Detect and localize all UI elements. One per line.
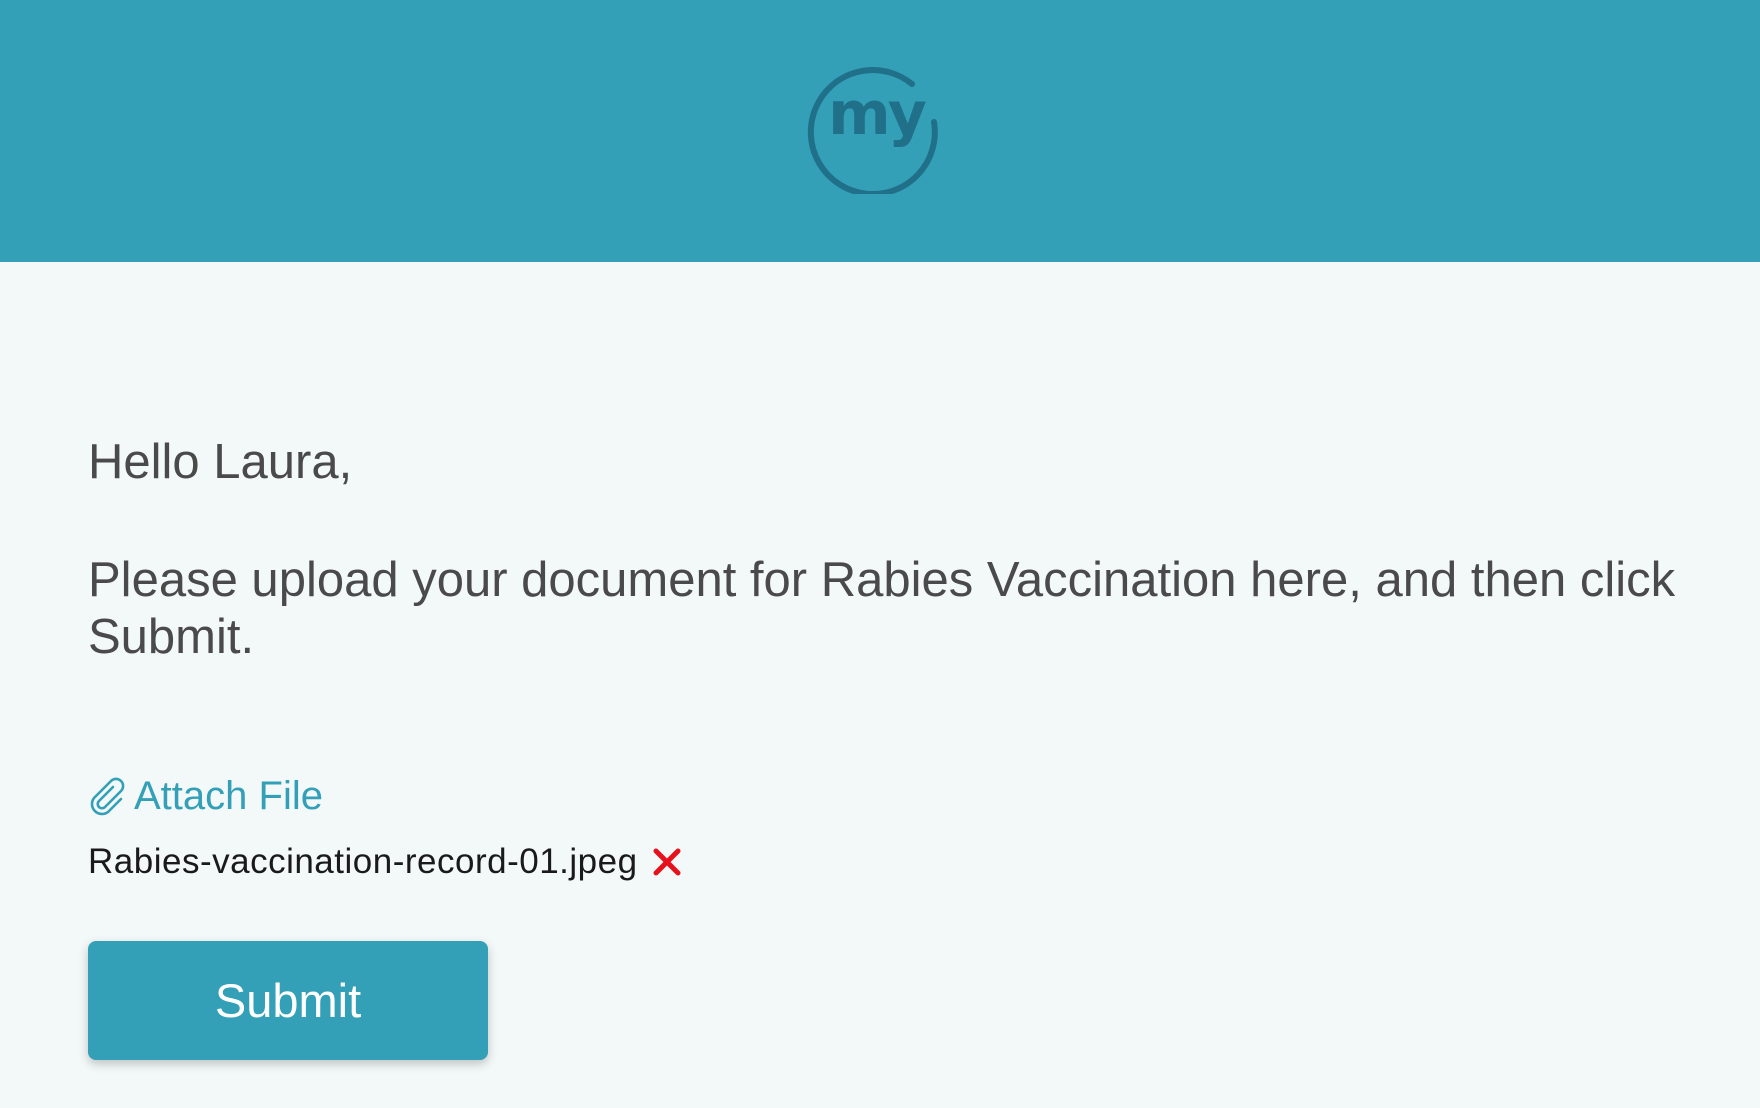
paperclip-icon xyxy=(90,777,125,816)
attached-file-name: Rabies-vaccination-record-01.jpeg xyxy=(88,842,638,881)
instructions-text: Please upload your document for Rabies V… xyxy=(88,553,1676,664)
submit-button[interactable]: Submit xyxy=(88,941,488,1060)
attach-file-label: Attach File xyxy=(134,774,323,818)
attached-file-row: Rabies-vaccination-record-01.jpeg xyxy=(88,840,682,884)
my-logo: my xyxy=(807,67,938,194)
header-banner: my xyxy=(0,0,1760,262)
close-icon[interactable] xyxy=(652,847,682,877)
logo-text: my xyxy=(828,79,927,149)
attach-file-link[interactable]: Attach File xyxy=(88,772,323,820)
greeting-text: Hello Laura, xyxy=(88,435,353,489)
